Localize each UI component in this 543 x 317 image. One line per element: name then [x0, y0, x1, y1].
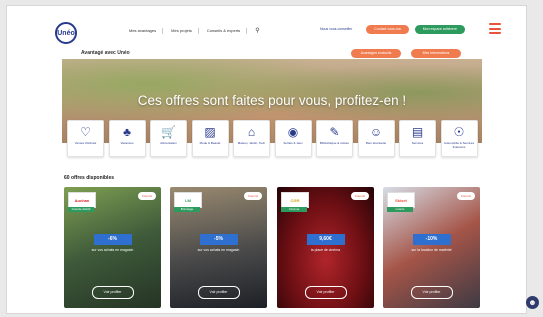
category-list: ♡ Ventes d'Achats ♣ Vacances 🛒 Alimentation…: [67, 120, 478, 157]
offer-card[interactable]: Skiset Loisirs Favoris -10% sur la locat…: [383, 187, 480, 308]
favorite-button[interactable]: Favoris: [457, 192, 475, 200]
discount-badge: -10%: [412, 234, 451, 245]
offers-count: 60 offres disponibles: [64, 175, 115, 181]
favorite-button[interactable]: Favoris: [138, 192, 156, 200]
offer-description: sur vos achats en magasin: [91, 248, 134, 252]
heart-hand-icon: ♡: [80, 125, 91, 139]
hero-title: Ces offres sont faites pour vous, profit…: [137, 93, 407, 108]
category-tag: Loisirs: [387, 207, 413, 212]
offer-card[interactable]: Auchan Grande distrib Favoris -6% sur vo…: [64, 187, 161, 308]
offer-card[interactable]: CGR Cinéma Favoris 9,60€ la place de cin…: [277, 187, 374, 308]
bag-icon: ♣: [123, 125, 131, 139]
offer-cta-button[interactable]: Voir profiter: [91, 286, 134, 299]
discount-badge: -6%: [93, 234, 132, 245]
menu-icon[interactable]: [489, 23, 501, 34]
offer-description: la place de cinéma: [310, 248, 341, 252]
section-actions: Avantages exclusifs Mes informations: [351, 49, 461, 58]
home-icon: ⌂: [247, 125, 256, 139]
uneo-logo[interactable]: Unéo: [55, 22, 77, 44]
logo-text: Unéo: [57, 29, 75, 37]
my-info-button[interactable]: Mes informations: [411, 49, 461, 58]
offer-description: sur la location de matériel: [411, 248, 452, 252]
category-tile[interactable]: ▨ Mode & Beauté: [191, 120, 229, 157]
category-tile[interactable]: ☺ Bien être/santé: [357, 120, 395, 157]
category-tile[interactable]: ✎ Bibliothèque & culture: [316, 120, 353, 157]
pencil-icon: ✎: [329, 125, 340, 139]
offer-cta-button[interactable]: Voir profiter: [410, 286, 453, 299]
brand-logo: Skiset: [387, 192, 415, 208]
brand-logo: LM: [174, 192, 202, 208]
category-tile[interactable]: ♣ Vacances: [108, 120, 146, 157]
category-tile[interactable]: ⌂ Maison, Jardin, Tech: [233, 120, 270, 157]
chat-avatar-icon[interactable]: ☻: [526, 296, 539, 309]
book-icon: ▤: [411, 125, 424, 139]
offer-cta-button[interactable]: Voir profiter: [304, 286, 347, 299]
cart-icon: 🛒: [161, 125, 176, 139]
main-nav: Mes avantages Mes projets Conseils & exp…: [129, 28, 266, 34]
person-icon: ☺: [369, 125, 383, 139]
brand-logo: Auchan: [68, 192, 96, 208]
category-tag: Bricolage: [174, 207, 200, 212]
offer-description: sur vos achats en magasin: [197, 248, 240, 252]
exclusive-offers-button[interactable]: Avantages exclusifs: [351, 49, 401, 58]
category-tag: Grande distrib: [68, 207, 94, 212]
favorite-button[interactable]: Favoris: [351, 192, 369, 200]
discount-badge: -5%: [199, 234, 238, 245]
ticket-icon: ◉: [287, 125, 299, 139]
gift-icon: ▨: [204, 125, 216, 139]
header-actions: Nous vous conseiller Contact vous-ma Mon…: [312, 25, 465, 34]
contact-button[interactable]: Contact vous-ma: [366, 25, 409, 34]
advice-link[interactable]: Nous vous conseiller: [312, 25, 361, 34]
category-tag: Cinéma: [281, 207, 307, 212]
search-icon[interactable]: ⚲: [255, 28, 265, 34]
member-space-button[interactable]: Mon espace adhérent: [414, 25, 465, 34]
favorite-button[interactable]: Favoris: [244, 192, 262, 200]
nav-mes-avantages[interactable]: Mes avantages: [129, 28, 164, 34]
category-tile[interactable]: ☉ Automobile & Services financiers: [440, 120, 478, 157]
brand-logo: CGR: [281, 192, 309, 208]
section-title: Avantagé avec Unéo: [81, 50, 130, 56]
car-icon: ☉: [453, 125, 465, 139]
category-tile[interactable]: 🛒 Alimentation: [150, 120, 187, 157]
category-tile[interactable]: ◉ Sorties & Jeux: [274, 120, 312, 157]
nav-mes-projets[interactable]: Mes projets: [171, 28, 199, 34]
offer-card[interactable]: LM Bricolage Favoris -5% sur vos achats …: [170, 187, 267, 308]
discount-badge: 9,60€: [306, 234, 345, 245]
category-tile[interactable]: ▤ Services: [399, 120, 436, 157]
nav-conseils-experts[interactable]: Conseils & experts: [207, 28, 248, 34]
offer-cta-button[interactable]: Voir profiter: [197, 286, 240, 299]
category-tile[interactable]: ♡ Ventes d'Achats: [67, 120, 104, 157]
